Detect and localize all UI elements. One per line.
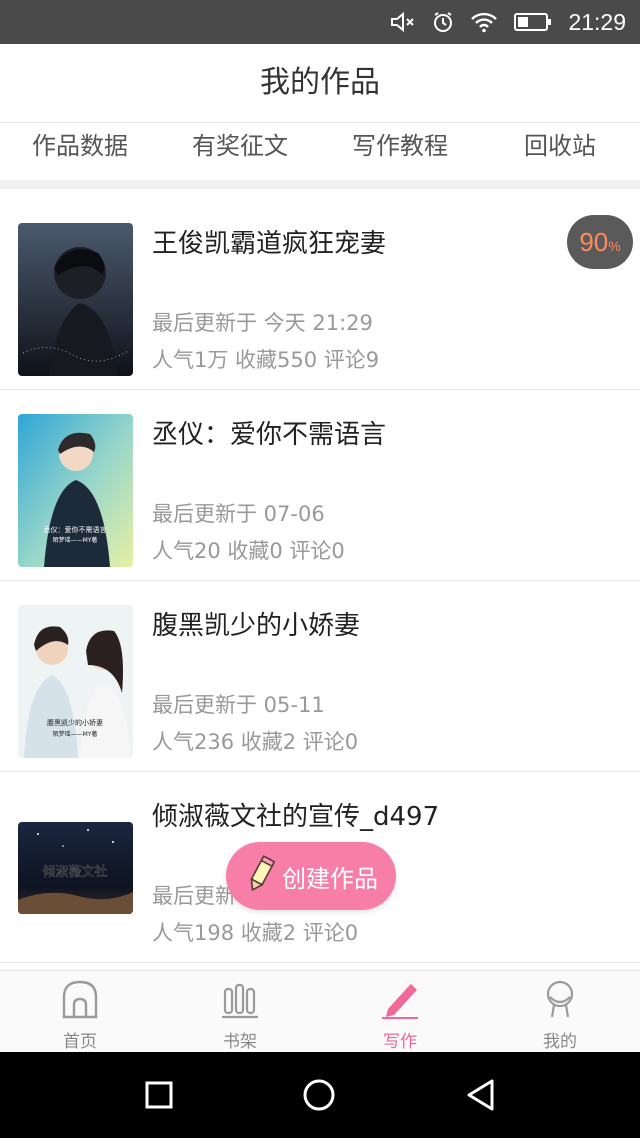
work-cover-image: 丞仪：爱你不需语言 陌梦瑶——MY著 bbox=[18, 414, 133, 567]
section-divider bbox=[0, 180, 640, 189]
nav-profile[interactable]: 我的 bbox=[480, 971, 640, 1052]
wifi-icon bbox=[470, 11, 498, 33]
create-work-label: 创建作品 bbox=[282, 864, 378, 893]
status-bar: 21:29 bbox=[0, 0, 640, 44]
title-bar: 我的作品 bbox=[0, 44, 640, 122]
progress-unit: % bbox=[608, 238, 621, 254]
work-stats: 人气198 收藏2 评论0 bbox=[152, 921, 359, 945]
work-item[interactable]: 丞仪：爱你不需语言 陌梦瑶——MY著 丞仪：爱你不需语言 最后更新于 07-06… bbox=[0, 390, 640, 581]
pencil-icon bbox=[244, 854, 278, 898]
nav-profile-label: 我的 bbox=[543, 1032, 577, 1052]
bottom-nav: 首页 书架 写作 我的 bbox=[0, 970, 640, 1052]
work-title: 王俊凯霸道疯狂宠妻 bbox=[152, 229, 387, 259]
tab-recycle-bin[interactable]: 回收站 bbox=[480, 123, 640, 180]
nav-bookshelf[interactable]: 书架 bbox=[160, 971, 320, 1052]
bookshelf-icon bbox=[220, 979, 260, 1023]
work-stats: 人气236 收藏2 评论0 bbox=[152, 730, 359, 754]
work-cover-image: 倾淑薇文社 bbox=[18, 822, 133, 914]
progress-badge: 90% bbox=[567, 215, 633, 269]
status-time: 21:29 bbox=[568, 8, 626, 35]
nav-write[interactable]: 写作 bbox=[320, 971, 480, 1052]
work-stats: 人气1万 收藏550 评论9 bbox=[152, 348, 380, 372]
work-updated-time: 最后更新于 今天 21:29 bbox=[152, 311, 373, 335]
cover-text: 倾淑薇文社 bbox=[42, 864, 107, 880]
work-title: 倾淑薇文社的宣传_d497 bbox=[152, 802, 440, 832]
tab-contest[interactable]: 有奖征文 bbox=[160, 123, 320, 180]
tab-row: 作品数据 有奖征文 写作教程 回收站 bbox=[0, 122, 640, 180]
nav-home[interactable]: 首页 bbox=[0, 971, 160, 1052]
profile-icon bbox=[540, 979, 580, 1023]
recent-apps-icon[interactable] bbox=[144, 1080, 174, 1110]
svg-text:丞仪：爱你不需语言: 丞仪：爱你不需语言 bbox=[44, 525, 107, 534]
svg-text:腹黑凯少的小娇妻: 腹黑凯少的小娇妻 bbox=[47, 718, 103, 727]
work-stats: 人气20 收藏0 评论0 bbox=[152, 539, 345, 563]
battery-icon bbox=[514, 12, 552, 32]
work-updated-time: 最后更新于 07-06 bbox=[152, 502, 325, 526]
back-icon[interactable] bbox=[464, 1078, 496, 1112]
work-updated-time: 最后更新于 05-11 bbox=[152, 693, 325, 717]
home-button-icon[interactable] bbox=[302, 1078, 336, 1112]
progress-value: 90 bbox=[579, 227, 609, 257]
system-nav-bar bbox=[0, 1052, 640, 1138]
work-cover-image: 腹黑凯少的小娇妻 陌梦瑶——MY著 bbox=[18, 605, 133, 758]
work-title: 丞仪：爱你不需语言 bbox=[152, 420, 387, 450]
work-item[interactable]: 王俊凯霸道疯狂宠妻 最后更新于 今天 21:29 人气1万 收藏550 评论9 … bbox=[0, 199, 640, 390]
work-cover-image bbox=[18, 223, 133, 376]
tab-works-data[interactable]: 作品数据 bbox=[0, 123, 160, 180]
nav-bookshelf-label: 书架 bbox=[223, 1032, 257, 1052]
nav-home-label: 首页 bbox=[63, 1032, 97, 1052]
pen-icon bbox=[380, 979, 420, 1023]
mute-icon bbox=[390, 11, 416, 33]
nav-write-label: 写作 bbox=[383, 1032, 417, 1052]
work-title: 腹黑凯少的小娇妻 bbox=[152, 611, 361, 641]
alarm-icon bbox=[432, 11, 454, 33]
page-title: 我的作品 bbox=[260, 65, 380, 100]
svg-text:陌梦瑶——MY著: 陌梦瑶——MY著 bbox=[53, 536, 98, 544]
home-icon bbox=[60, 979, 100, 1023]
svg-text:陌梦瑶——MY著: 陌梦瑶——MY著 bbox=[53, 730, 98, 738]
create-work-button[interactable]: 创建作品 bbox=[226, 842, 396, 910]
tab-tutorial[interactable]: 写作教程 bbox=[320, 123, 480, 180]
work-item[interactable]: 腹黑凯少的小娇妻 陌梦瑶——MY著 腹黑凯少的小娇妻 最后更新于 05-11 人… bbox=[0, 581, 640, 772]
